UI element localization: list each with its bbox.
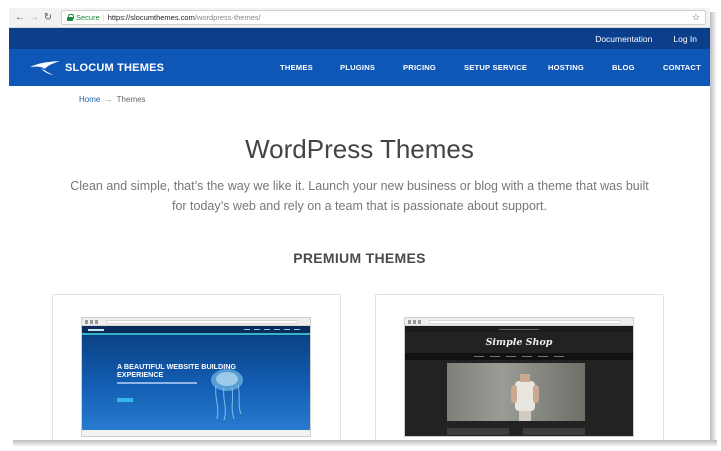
reload-icon[interactable]: ↻	[41, 11, 55, 25]
screenshot-frame: ← → ↻ Secure | https://slocumthemes.com /…	[0, 0, 721, 451]
mini-nav-dots	[408, 320, 426, 324]
utility-bar: Documentation Log In	[9, 28, 710, 49]
lock-icon	[67, 14, 74, 21]
page-title: WordPress Themes	[245, 134, 474, 164]
nav-item-hosting[interactable]: HOSTING	[548, 63, 584, 72]
secure-label: Secure	[76, 13, 100, 22]
breadcrumb-separator: →	[104, 95, 113, 104]
browser-toolbar: ← → ↻ Secure | https://slocumthemes.com /…	[9, 8, 710, 28]
preview-nav-link	[554, 356, 564, 357]
url-path: /wordpress-themes/	[194, 13, 261, 22]
preview-hero-image	[447, 363, 585, 421]
forward-arrow-icon[interactable]: →	[27, 11, 41, 25]
breadcrumb: Home → Themes	[79, 95, 146, 104]
section-title: PREMIUM THEMES	[293, 250, 426, 266]
browser-window: ← → ↻ Secure | https://slocumthemes.com /…	[9, 8, 710, 440]
preview-button	[117, 398, 133, 402]
nav-item-setup-service[interactable]: SETUP SERVICE	[464, 63, 527, 72]
theme-screenshot[interactable]: A BEAUTIFUL WEBSITE BUILDING EXPERIENCE	[81, 317, 311, 437]
preview-button	[523, 428, 585, 435]
preview-menu	[244, 329, 304, 330]
login-link[interactable]: Log In	[673, 34, 697, 44]
frame-shadow-bottom	[13, 440, 717, 447]
mini-address-bar	[429, 320, 621, 324]
preview-nav-link	[522, 356, 532, 357]
main-nav: SLOCUM THEMES THEMES PLUGINS PRICING SET…	[9, 49, 710, 86]
star-icon[interactable]: ☆	[692, 12, 700, 23]
mini-browser-bar	[405, 318, 633, 326]
preview-logo	[88, 328, 104, 331]
address-separator: |	[102, 13, 105, 22]
nav-item-blog[interactable]: BLOG	[612, 63, 635, 72]
url-host: https://slocumthemes.com	[107, 13, 195, 22]
preview-nav-link	[490, 356, 500, 357]
back-arrow-icon[interactable]: ←	[13, 11, 27, 25]
mini-address-bar	[106, 320, 298, 324]
nav-items: THEMES PLUGINS PRICING SETUP SERVICE HOS…	[9, 49, 710, 86]
person-image	[511, 374, 539, 421]
preview-topline	[405, 326, 633, 332]
theme-card[interactable]: Simple Shop	[375, 294, 664, 440]
preview-footer	[82, 430, 310, 436]
page-tagline: Clean and simple, that’s the way we like…	[70, 179, 649, 213]
frame-shadow-right	[710, 12, 717, 444]
preview-button	[447, 428, 509, 435]
preview-nav	[405, 353, 633, 360]
nav-item-contact[interactable]: CONTACT	[663, 63, 701, 72]
preview-topline-text	[499, 328, 539, 330]
preview-subtext	[117, 382, 197, 384]
theme-screenshot[interactable]: Simple Shop	[404, 317, 634, 437]
nav-item-themes[interactable]: THEMES	[280, 63, 313, 72]
nav-item-pricing[interactable]: PRICING	[403, 63, 436, 72]
jellyfish-image	[211, 369, 243, 421]
preview-nav-link	[506, 356, 516, 357]
theme-preview: A BEAUTIFUL WEBSITE BUILDING EXPERIENCE	[82, 326, 310, 436]
theme-preview: Simple Shop	[405, 326, 633, 436]
preview-nav-link	[538, 356, 548, 357]
mini-browser-bar	[82, 318, 310, 326]
breadcrumb-home[interactable]: Home	[79, 95, 100, 104]
preview-shop-title: Simple Shop	[485, 337, 553, 348]
theme-card[interactable]: A BEAUTIFUL WEBSITE BUILDING EXPERIENCE	[52, 294, 341, 440]
documentation-link[interactable]: Documentation	[595, 34, 652, 44]
breadcrumb-current: Themes	[116, 95, 146, 104]
address-bar[interactable]: Secure | https://slocumthemes.com/wordpr…	[61, 10, 706, 25]
preview-nav	[82, 326, 310, 335]
nav-item-plugins[interactable]: PLUGINS	[340, 63, 375, 72]
mini-nav-dots	[85, 320, 103, 324]
preview-nav-link	[474, 356, 484, 357]
